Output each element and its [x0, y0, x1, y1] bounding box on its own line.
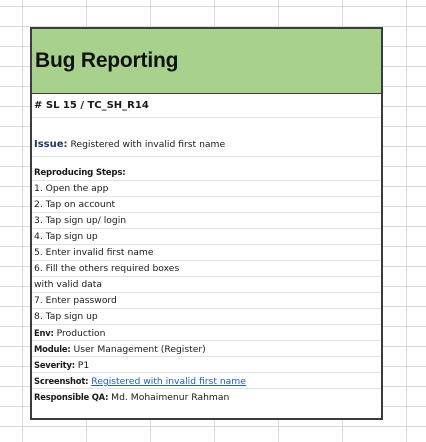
step-row-7[interactable]: 7. Enter password	[32, 293, 381, 309]
step-row-4[interactable]: 4. Tap sign up	[32, 229, 381, 245]
bug-report-card: Bug Reporting # SL 15 / TC_SH_R14 Issue:…	[30, 27, 383, 420]
qa-value: Md. Mohaimenur Rahman	[108, 392, 230, 403]
steps-heading-cell[interactable]: Reproducing Steps:	[32, 165, 381, 181]
step-text: with valid data	[34, 279, 103, 290]
step-row-6[interactable]: 6. Fill the others required boxes	[32, 261, 381, 277]
step-text: 2. Tap on account	[34, 199, 116, 210]
step-text: 4. Tap sign up	[34, 231, 98, 242]
screenshot-link[interactable]: Registered with invalid first name	[91, 376, 246, 387]
env-value: Production	[53, 328, 106, 339]
issue-label: Issue:	[34, 139, 68, 150]
issue-text: Registered with invalid first name	[67, 139, 226, 150]
step-text: 7. Enter password	[34, 295, 117, 306]
step-row-3[interactable]: 3. Tap sign up/ login	[32, 213, 381, 229]
steps-heading: Reproducing Steps:	[34, 168, 126, 178]
severity-value: P1	[74, 360, 90, 371]
module-value: User Management (Register)	[70, 344, 206, 355]
report-header[interactable]: Bug Reporting	[32, 29, 381, 94]
step-text: 5. Enter invalid first name	[34, 247, 154, 258]
env-cell[interactable]: Env: Production	[32, 325, 381, 341]
step-row-6-cont[interactable]: with valid data	[32, 277, 381, 293]
severity-label: Severity:	[34, 360, 75, 370]
issue-cell[interactable]: Issue: Registered with invalid first nam…	[32, 133, 381, 157]
step-row-2[interactable]: 2. Tap on account	[32, 197, 381, 213]
screenshot-label: Screenshot:	[34, 376, 89, 386]
step-text: 6. Fill the others required boxes	[34, 263, 180, 274]
env-label: Env:	[34, 328, 54, 338]
bug-id: # SL 15 / TC_SH_R14	[34, 100, 149, 111]
module-cell[interactable]: Module: User Management (Register)	[32, 341, 381, 357]
module-label: Module:	[34, 344, 71, 354]
screenshot-cell[interactable]: Screenshot: Registered with invalid firs…	[32, 373, 381, 389]
severity-cell[interactable]: Severity: P1	[32, 357, 381, 373]
spreadsheet-grid: Bug Reporting # SL 15 / TC_SH_R14 Issue:…	[0, 0, 426, 442]
step-row-1[interactable]: 1. Open the app	[32, 181, 381, 197]
step-text: 1. Open the app	[34, 183, 109, 194]
step-text: 3. Tap sign up/ login	[34, 215, 127, 226]
qa-label: Responsible QA:	[34, 392, 109, 402]
bug-id-cell[interactable]: # SL 15 / TC_SH_R14	[32, 94, 381, 118]
step-text: 8. Tap sign up	[34, 311, 98, 322]
step-row-5[interactable]: 5. Enter invalid first name	[32, 245, 381, 261]
qa-cell[interactable]: Responsible QA: Md. Mohaimenur Rahman	[32, 389, 381, 405]
step-row-8[interactable]: 8. Tap sign up	[32, 309, 381, 325]
report-title: Bug Reporting	[35, 49, 179, 72]
